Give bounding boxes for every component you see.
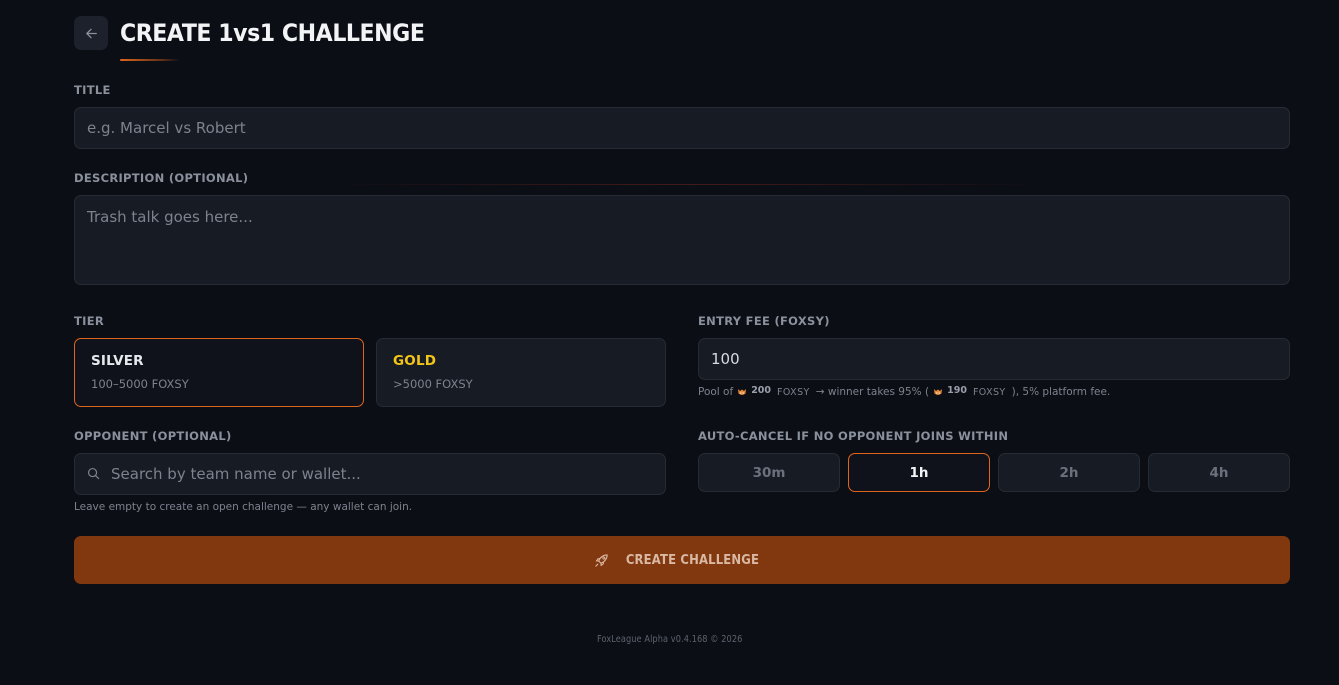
create-challenge-page: CREATE 1vs1 CHALLENGE TITLE DESCRIPTION … xyxy=(0,0,1339,685)
title-label: TITLE xyxy=(74,83,111,97)
page-header: CREATE 1vs1 CHALLENGE xyxy=(74,16,451,50)
pool-amount: 200 xyxy=(751,384,772,396)
tier-label: TIER xyxy=(74,314,105,328)
duration-option-2h[interactable]: 2h xyxy=(998,453,1140,492)
title-input[interactable] xyxy=(74,107,1290,149)
entry-fee-input[interactable] xyxy=(698,338,1290,380)
pool-summary: Pool of 200 FOXSY → winner takes 95% ( 1… xyxy=(698,384,1111,399)
pool-middle: → winner takes 95% ( xyxy=(815,386,930,398)
back-button[interactable] xyxy=(74,16,108,50)
entry-fee-label: ENTRY FEE (FOXSY) xyxy=(698,314,830,328)
duration-option-4h[interactable]: 4h xyxy=(1148,453,1290,492)
tier-option-silver[interactable]: SILVER 100–5000 FOXSY xyxy=(74,338,364,407)
pool-unit: FOXSY xyxy=(777,386,810,398)
tier-range: 100–5000 FOXSY xyxy=(91,377,189,391)
auto-cancel-label: AUTO-CANCEL IF NO OPPONENT JOINS WITHIN xyxy=(698,429,1009,443)
rocket-icon xyxy=(595,553,608,567)
description-label: DESCRIPTION (OPTIONAL) xyxy=(74,171,249,185)
winner-unit: FOXSY xyxy=(972,386,1006,398)
footer-version-text: FoxLeague Alpha v0.4.168 © 2026 xyxy=(596,634,743,645)
opponent-label: OPPONENT (OPTIONAL) xyxy=(74,429,232,443)
tier-range: >5000 FOXSY xyxy=(393,377,473,391)
opponent-search-input[interactable] xyxy=(74,453,666,495)
fox-coin-icon xyxy=(738,389,747,395)
description-textarea[interactable] xyxy=(74,195,1290,285)
footer: FoxLeague Alpha v0.4.168 © 2026 xyxy=(0,634,1339,645)
opponent-hint: Leave empty to create an open challenge … xyxy=(74,501,413,513)
tier-name: GOLD xyxy=(393,353,437,369)
tier-option-gold[interactable]: GOLD >5000 FOXSY xyxy=(376,338,666,407)
duration-option-1h[interactable]: 1h xyxy=(848,453,990,492)
pool-prefix: Pool of xyxy=(698,386,734,398)
duration-option-30m[interactable]: 30m xyxy=(698,453,840,492)
title-underline xyxy=(120,59,180,61)
search-icon xyxy=(87,467,100,480)
arrow-left-icon xyxy=(85,28,97,38)
tier-name: SILVER xyxy=(91,353,144,369)
page-title: CREATE 1vs1 CHALLENGE xyxy=(120,19,425,47)
create-challenge-button[interactable]: CREATE CHALLENGE xyxy=(74,536,1290,584)
decorative-glow-line xyxy=(330,184,1050,185)
create-challenge-label: CREATE CHALLENGE xyxy=(625,552,760,568)
pool-suffix: ), 5% platform fee. xyxy=(1011,386,1111,398)
winner-amount: 190 xyxy=(947,384,967,396)
fox-coin-icon xyxy=(934,389,943,395)
